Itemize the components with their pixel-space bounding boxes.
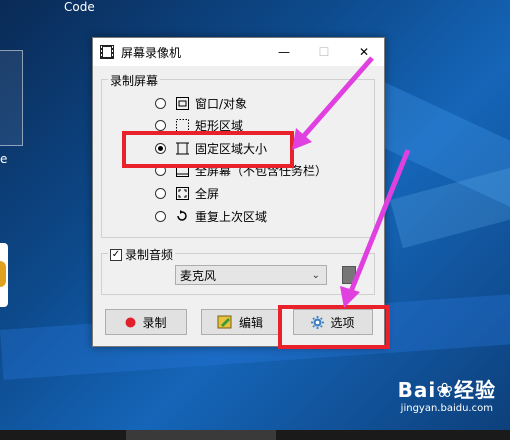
baidu-watermark: Bai❀经验 jingyan.baidu.com (398, 374, 496, 414)
arrow-to-fixed-region (300, 56, 374, 140)
arrow-to-options (347, 149, 411, 295)
arrowhead (340, 286, 360, 308)
taskbar (0, 430, 510, 440)
taskbar-item[interactable] (126, 430, 276, 440)
watermark-brand: Bai❀经验 (397, 378, 496, 402)
watermark-url: jingyan.baidu.com (400, 403, 493, 414)
